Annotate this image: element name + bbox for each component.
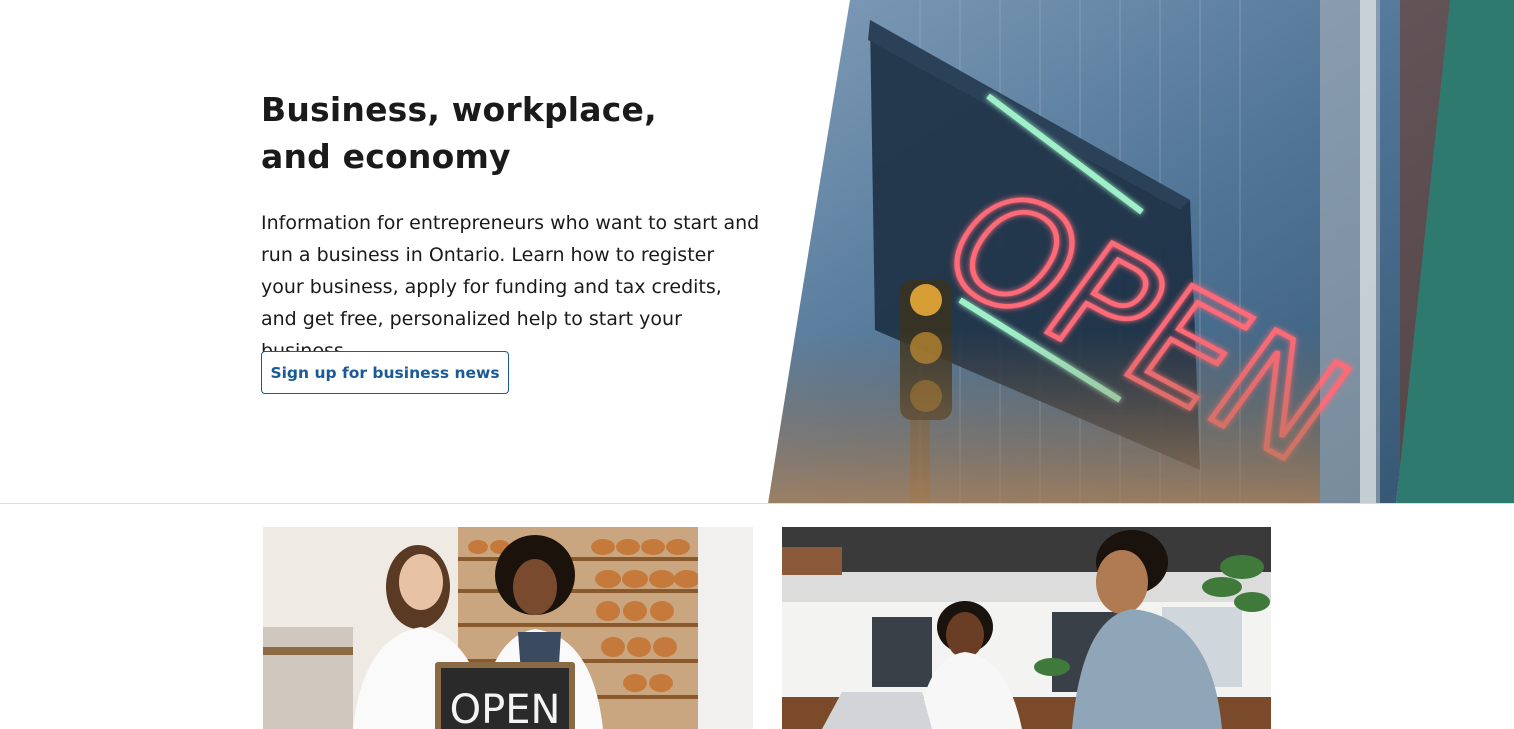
chalkboard-open-text: OPEN: [450, 687, 561, 729]
hero-description: Information for entrepreneurs who want t…: [261, 212, 760, 362]
section-divider: [0, 503, 1514, 504]
page-title: Business, workplace, and economy: [261, 90, 657, 176]
page: Business, workplace, and economy Informa…: [0, 0, 1514, 729]
business-meeting-image: [782, 527, 1271, 729]
bakery-owners-image: OPEN: [263, 527, 753, 729]
hero-text: Business, workplace, and economy Informa…: [261, 86, 761, 367]
hero-open-sign-image: OPEN: [768, 0, 1514, 504]
sign-up-business-news-button[interactable]: Sign up for business news: [261, 351, 509, 394]
hero-section: Business, workplace, and economy Informa…: [0, 0, 1514, 504]
